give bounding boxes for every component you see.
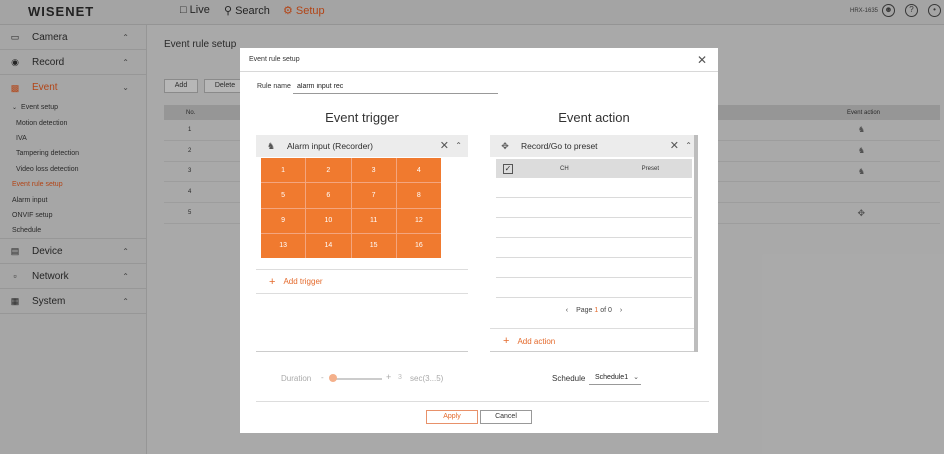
event-action-heading: Event action [558, 110, 630, 125]
duration-slider-handle[interactable] [329, 374, 337, 382]
pager-current: 1 [594, 307, 599, 314]
cancel-button[interactable]: Cancel [480, 410, 532, 424]
preset-table: ✓ CH Preset [496, 159, 692, 298]
rule-name-label: Rule name [257, 83, 291, 90]
add-action-label: Add action [517, 336, 556, 346]
channel-cell[interactable]: 10 [306, 208, 351, 233]
move-icon: ✥ [501, 140, 509, 151]
event-rule-dialog: Event rule setup ✕ Rule name Event trigg… [240, 48, 718, 433]
add-trigger-label: Add trigger [283, 277, 323, 286]
plus-icon: + [269, 275, 276, 288]
scrollbar-thumb[interactable] [694, 135, 698, 352]
chevron-up-icon[interactable]: ⌃ [685, 141, 692, 150]
select-all-checkbox[interactable]: ✓ [503, 163, 513, 174]
col-ch: CH [560, 165, 569, 172]
scrollbar[interactable] [694, 135, 698, 352]
channel-cell[interactable]: 8 [396, 183, 441, 208]
channel-cell[interactable]: 12 [396, 208, 441, 233]
duration-plus-button[interactable]: + [386, 372, 391, 382]
channel-cell[interactable]: 13 [261, 233, 306, 258]
duration-label: Duration [281, 374, 312, 383]
channel-cell[interactable]: 2 [306, 158, 351, 183]
channel-cell[interactable]: 3 [351, 158, 396, 183]
add-action-button[interactable]: + Add action [490, 328, 698, 353]
pager-total: of 0 [600, 307, 612, 314]
apply-button[interactable]: Apply [426, 410, 478, 424]
add-trigger-button[interactable]: + Add trigger [256, 269, 468, 294]
alarm-input-icon: ♞ [266, 140, 276, 151]
channel-cell[interactable]: 11 [351, 208, 396, 233]
pager-prefix: Page [576, 307, 593, 314]
channel-cell[interactable]: 4 [396, 158, 441, 183]
channel-cell[interactable]: 14 [306, 233, 351, 258]
divider [240, 71, 718, 72]
close-icon[interactable]: ✕ [440, 139, 449, 152]
channel-grid: 1 2 3 4 5 6 7 8 9 10 11 12 13 14 15 16 [261, 158, 441, 258]
schedule-select[interactable]: Schedule1 ⌄ [589, 370, 641, 385]
schedule-label: Schedule [552, 374, 586, 383]
preset-table-header: ✓ CH Preset [496, 159, 692, 178]
duration-minus-button[interactable]: - [321, 373, 324, 382]
close-icon[interactable]: ✕ [697, 53, 707, 67]
channel-cell[interactable]: 15 [351, 233, 396, 258]
table-row [496, 258, 692, 278]
table-row [496, 178, 692, 198]
channel-cell[interactable]: 5 [261, 183, 306, 208]
action-panel-header: ✥ Record/Go to preset ✕ ⌃ [490, 135, 698, 157]
channel-cell[interactable]: 9 [261, 208, 306, 233]
chevron-left-icon[interactable]: ‹ [566, 307, 568, 314]
duration-value: 3 [398, 374, 402, 381]
close-icon[interactable]: ✕ [670, 139, 679, 152]
table-row [496, 198, 692, 218]
table-row [496, 238, 692, 258]
chevron-right-icon[interactable]: › [620, 307, 622, 314]
channel-cell[interactable]: 7 [351, 183, 396, 208]
duration-slider[interactable] [332, 378, 382, 380]
event-trigger-panel: ♞ Alarm input (Recorder) ✕ ⌃ 1 2 3 4 5 6… [256, 135, 468, 352]
table-row [496, 278, 692, 298]
schedule-value: Schedule1 [595, 374, 629, 381]
table-row [496, 218, 692, 238]
channel-cell[interactable]: 6 [306, 183, 351, 208]
trigger-panel-header: ♞ Alarm input (Recorder) ✕ ⌃ [256, 135, 468, 157]
chevron-down-icon: ⌄ [633, 374, 639, 381]
duration-unit: sec(3...5) [410, 374, 444, 383]
channel-cell[interactable]: 16 [396, 233, 441, 258]
event-action-panel: ✥ Record/Go to preset ✕ ⌃ ✓ CH Preset ‹ … [490, 135, 698, 352]
action-panel-title: Record/Go to preset [521, 141, 598, 151]
plus-icon: + [503, 335, 510, 347]
trigger-panel-title: Alarm input (Recorder) [287, 141, 373, 151]
col-preset: Preset [641, 165, 659, 172]
event-trigger-heading: Event trigger [325, 110, 399, 125]
rule-name-input[interactable] [293, 79, 498, 94]
chevron-up-icon[interactable]: ⌃ [455, 141, 462, 150]
pagination: ‹ Page 1 of 0 › [490, 307, 698, 314]
divider [256, 401, 709, 402]
dialog-title: Event rule setup [249, 56, 300, 63]
channel-cell[interactable]: 1 [261, 158, 306, 183]
